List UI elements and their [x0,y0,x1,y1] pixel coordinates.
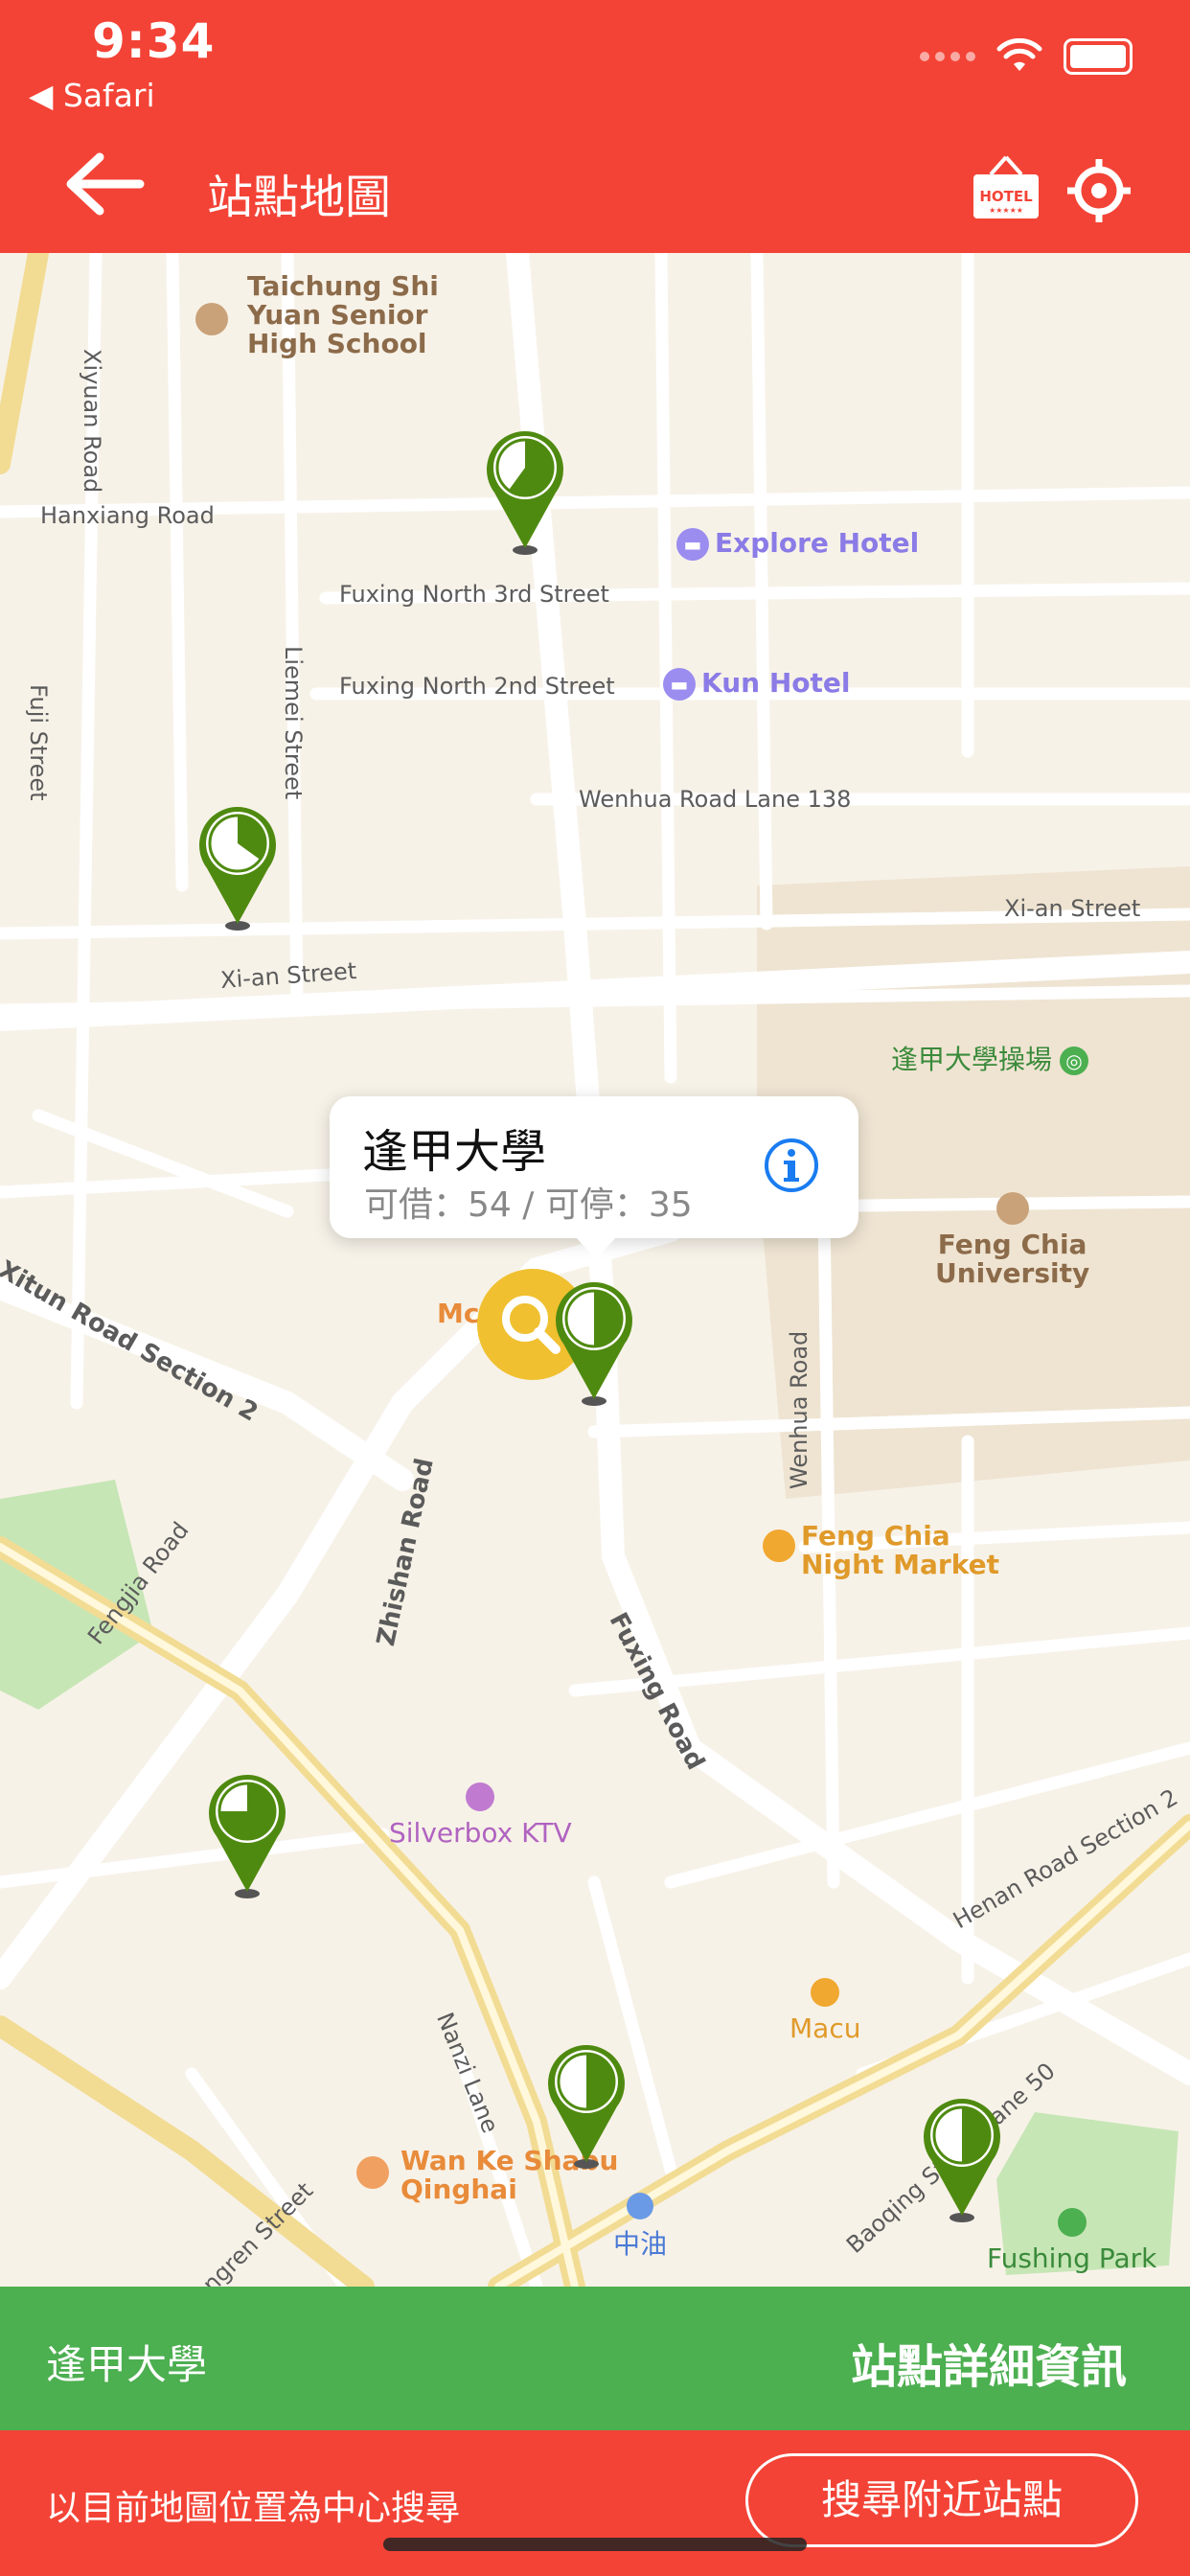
status-time: 9:34 [92,13,216,69]
hotel-sign-text: HOTEL [979,188,1033,205]
map-view[interactable]: Taichung Shi Yuan Senior High School Xiy… [0,253,1190,2287]
map-label-silverbox: Silverbox KTV [389,1782,572,1849]
station-pin[interactable] [918,2091,1006,2225]
info-icon[interactable] [763,1137,820,1194]
map-label-fcu-field: 逢甲大學操場 ◎ [891,1039,1094,1077]
svg-text:★★★★★: ★★★★★ [989,206,1023,215]
field-icon: ◎ [1060,1046,1089,1075]
map-label-kun-hotel: ▬ Kun Hotel [663,667,850,701]
station-pin[interactable] [542,2037,630,2172]
wifi-icon [996,38,1042,71]
university-icon [995,1192,1029,1225]
hotel-icon[interactable]: HOTEL ★★★★★ [968,153,1044,226]
callout-bike-counts: 可借：54 / 可停：35 [364,1185,693,1225]
battery-icon [1064,38,1133,75]
callout-station-name: 逢甲大學 [362,1125,547,1179]
app-header: 9:34 ◀ Safari 站點地圖 HOTEL ★★★★★ [0,0,1190,253]
locate-icon[interactable] [1065,157,1133,224]
map-label-night-market: Feng Chia Night Market [763,1522,999,1579]
map-label-fuji-street: Fuji Street [25,684,52,801]
map-label-school: Taichung Shi Yuan Senior High School [195,272,439,358]
station-detail-bar[interactable]: 逢甲大學 站點詳細資訊 [0,2287,1190,2430]
drink-icon [811,1978,840,2007]
status-indicators [920,38,1133,75]
map-label-wenhua-lane: Wenhua Road Lane 138 [579,786,852,813]
back-arrow-icon[interactable] [61,150,148,218]
station-pin[interactable] [194,799,282,933]
page-title: 站點地圖 [207,171,392,224]
map-label-fushing-park: Fushing Park [987,2208,1156,2274]
station-pin[interactable] [481,424,569,558]
hotel-bed-icon: ▬ [663,668,696,701]
map-label-fuxing-north-3rd: Fuxing North 3rd Street [339,581,609,608]
search-hint-text: 以目前地圖位置為中心搜尋 [46,2489,461,2528]
map-label-liemei-street: Liemei Street [280,646,307,800]
map-label-macu: Macu [790,1978,860,2044]
map-label-explore-hotel: ▬ Explore Hotel [676,527,919,561]
map-label-wenhua-road: Wenhua Road [786,1330,812,1489]
map-label-hanxiang-road: Hanxiang Road [40,502,215,529]
hotel-bed-icon: ▬ [676,528,709,561]
map-label-xiyuan-road: Xiyuan Road [79,349,105,494]
selected-station-name: 逢甲大學 [46,2341,208,2388]
map-label-cpc: 中油 [613,2193,667,2262]
cellular-icon [920,52,975,61]
gas-station-icon [627,2193,653,2220]
home-indicator[interactable] [383,2538,807,2551]
map-label-fuxing-north-2nd: Fuxing North 2nd Street [339,673,615,700]
map-label-xian-street-right: Xi-an Street [1004,895,1141,922]
station-callout[interactable]: 逢甲大學 可借：54 / 可停：35 [330,1096,858,1259]
map-label-feng-chia-university: Feng Chia University [935,1192,1089,1288]
restaurant-icon [356,2156,389,2189]
map-label-mcd: Mc [437,1298,480,1329]
back-to-safari[interactable]: ◀ Safari [29,77,155,114]
shopping-bag-icon [763,1530,795,1562]
station-detail-button[interactable]: 站點詳細資訊 [851,2329,1127,2396]
search-bar: 以目前地圖位置為中心搜尋 搜尋附近站點 [0,2430,1190,2576]
station-pin[interactable] [550,1275,638,1409]
tree-icon [1057,2208,1087,2237]
station-pin[interactable] [203,1767,291,1901]
school-icon [195,303,228,335]
search-nearby-button[interactable]: 搜尋附近站點 [745,2453,1138,2547]
microphone-icon [466,1782,494,1811]
